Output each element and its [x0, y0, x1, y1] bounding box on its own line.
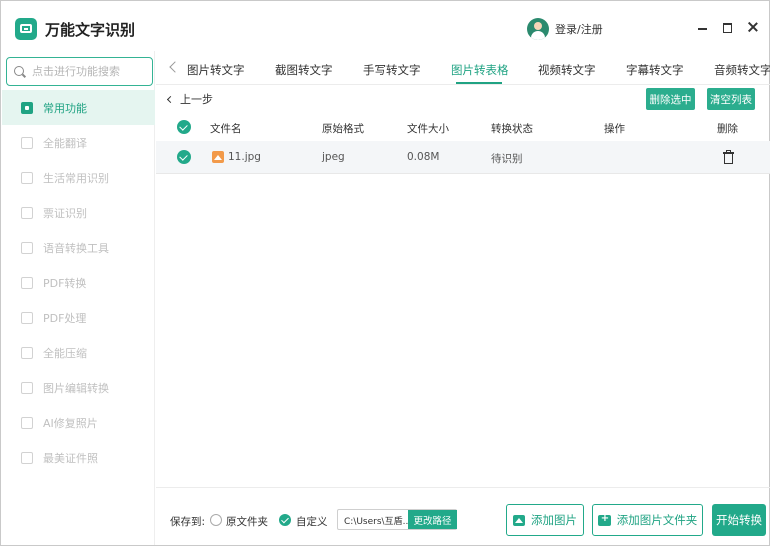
table-row[interactable]: 11.jpg jpeg 0.08M 待识别	[156, 141, 770, 174]
column-action: 操作	[604, 123, 625, 135]
add-image-button[interactable]: 添加图片	[506, 504, 584, 536]
tab-video-to-text[interactable]: 视频转文字	[538, 62, 596, 78]
trash-icon[interactable]	[723, 150, 734, 164]
sidebar-item-label: 最美证件照	[43, 451, 98, 465]
file-format: jpeg	[322, 151, 345, 163]
add-folder-label: 添加图片文件夹	[616, 513, 698, 527]
search-box[interactable]	[6, 57, 153, 86]
sidebar-item-label: PDF处理	[43, 311, 87, 325]
sidebar-menu: 常用功能 全能翻译 生活常用识别 票证识别 语音转换工具 PDF转换 PDF处理…	[2, 90, 155, 475]
ai-repair-icon	[21, 416, 33, 429]
sidebar-item-label: 全能压缩	[43, 346, 87, 360]
pdf-process-icon	[21, 311, 33, 324]
sidebar-item-translate[interactable]: 全能翻译	[2, 125, 155, 160]
compress-icon	[21, 346, 33, 359]
select-all-checkbox[interactable]	[177, 120, 191, 134]
sidebar-item-id-photo[interactable]: 最美证件照	[2, 440, 155, 475]
original-folder-label[interactable]: 原文件夹	[226, 514, 268, 529]
sidebar-item-pdf-convert[interactable]: PDF转换	[2, 265, 155, 300]
change-path-button[interactable]: 更改路径	[408, 510, 457, 529]
column-delete: 删除	[717, 123, 738, 135]
radio-original-folder[interactable]	[210, 514, 222, 526]
folder-add-icon	[597, 513, 611, 526]
chevron-left-icon[interactable]	[169, 61, 181, 73]
output-path-value: C:\Users\互盾...	[344, 517, 410, 527]
delete-selected-button[interactable]: 删除选中	[646, 88, 695, 110]
pdf-icon	[21, 276, 33, 289]
common-icon	[21, 101, 33, 114]
ticket-icon	[21, 206, 33, 219]
sidebar-item-label: AI修复照片	[43, 416, 98, 430]
avatar[interactable]	[527, 18, 549, 40]
sidebar-item-life-recognition[interactable]: 生活常用识别	[2, 160, 155, 195]
tab-image-to-table[interactable]: 图片转表格	[451, 62, 509, 78]
image-file-icon	[212, 151, 224, 163]
search-icon	[14, 65, 26, 78]
table-header: 文件名 原始格式 文件大小 转换状态 操作 删除	[156, 116, 770, 138]
tab-bar: 图片转文字 截图转文字 手写转文字 图片转表格 视频转文字 字幕转文字 音频转文…	[156, 51, 770, 85]
image-icon	[513, 514, 525, 526]
tab-audio-to-text[interactable]: 音频转文字	[714, 62, 770, 78]
save-to-label: 保存到:	[170, 516, 206, 528]
row-checkbox[interactable]	[177, 150, 191, 164]
column-format: 原始格式	[322, 123, 364, 135]
image-edit-icon	[21, 381, 33, 394]
sidebar-item-label: 语音转换工具	[43, 241, 109, 255]
close-icon[interactable]	[746, 20, 760, 34]
sidebar-item-pdf-process[interactable]: PDF处理	[2, 300, 155, 335]
add-image-label: 添加图片	[531, 513, 577, 527]
sidebar-item-common[interactable]: 常用功能	[2, 90, 155, 125]
back-label: 上一步	[180, 93, 213, 106]
file-name: 11.jpg	[228, 151, 261, 163]
footer-bar: 保存到: 原文件夹 自定义 C:\Users\互盾... 更改路径 添加图片 添…	[156, 487, 770, 545]
column-status: 转换状态	[491, 123, 533, 135]
sidebar-item-ticket-recognition[interactable]: 票证识别	[2, 195, 155, 230]
search-input[interactable]	[32, 65, 150, 78]
start-convert-button[interactable]: 开始转换	[712, 504, 766, 536]
sidebar-item-label: 图片编辑转换	[43, 381, 109, 395]
chevron-left-icon	[166, 95, 175, 103]
minimize-icon[interactable]	[696, 20, 710, 34]
login-link[interactable]: 登录/注册	[555, 21, 603, 37]
sidebar-item-label: 全能翻译	[43, 136, 87, 150]
translate-icon	[21, 136, 33, 149]
column-size: 文件大小	[407, 123, 449, 135]
tab-screenshot-to-text[interactable]: 截图转文字	[275, 62, 333, 78]
convert-status: 待识别	[491, 153, 523, 165]
sidebar-item-label: 生活常用识别	[43, 171, 109, 185]
tab-subtitle-to-text[interactable]: 字幕转文字	[626, 62, 684, 78]
radio-custom[interactable]	[279, 514, 291, 526]
login-area[interactable]: 登录/注册	[527, 18, 603, 40]
sidebar: 常用功能 全能翻译 生活常用识别 票证识别 语音转换工具 PDF转换	[2, 51, 155, 545]
tab-image-to-text[interactable]: 图片转文字	[187, 62, 245, 78]
sidebar-item-voice-tools[interactable]: 语音转换工具	[2, 230, 155, 265]
output-path-field[interactable]: C:\Users\互盾... 更改路径	[337, 509, 457, 530]
tab-handwriting-to-text[interactable]: 手写转文字	[363, 62, 421, 78]
scan-icon	[21, 171, 33, 184]
active-tab-indicator	[456, 82, 502, 84]
sidebar-item-compress[interactable]: 全能压缩	[2, 335, 155, 370]
add-folder-button[interactable]: 添加图片文件夹	[592, 504, 703, 536]
id-photo-icon	[21, 451, 33, 464]
custom-label[interactable]: 自定义	[296, 514, 328, 529]
app-window: 万能文字识别 登录/注册 常用功能 全能翻译 生活常用识别	[0, 0, 770, 546]
title-bar: 万能文字识别 登录/注册	[1, 1, 769, 51]
app-title: 万能文字识别	[45, 21, 136, 39]
column-filename: 文件名	[210, 123, 242, 135]
back-button[interactable]: 上一步	[166, 91, 213, 107]
clear-list-button[interactable]: 清空列表	[707, 88, 755, 110]
sidebar-item-label: 常用功能	[43, 101, 87, 115]
sidebar-item-label: PDF转换	[43, 276, 87, 290]
file-size: 0.08M	[407, 151, 440, 163]
sidebar-item-image-edit[interactable]: 图片编辑转换	[2, 370, 155, 405]
maximize-icon[interactable]	[721, 20, 735, 34]
app-logo-icon	[15, 18, 37, 40]
voice-icon	[21, 241, 33, 254]
sidebar-item-ai-repair[interactable]: AI修复照片	[2, 405, 155, 440]
sidebar-item-label: 票证识别	[43, 206, 87, 220]
